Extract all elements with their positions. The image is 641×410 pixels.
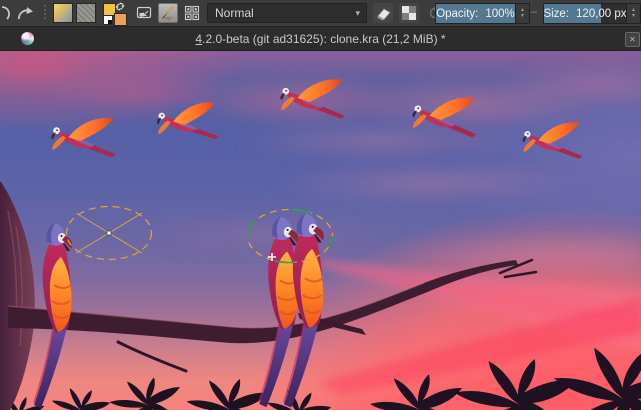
main-toolbar: Normal ▾ Opacity: 100% ▴ ▾ ‒ Size: 120,0… (0, 0, 641, 27)
preserve-alpha-button[interactable] (399, 3, 419, 23)
eraser-icon (377, 8, 391, 21)
opacity-spin-arrows[interactable]: ▴ ▾ (516, 3, 530, 24)
redo-icon (18, 7, 33, 20)
krita-window: Normal ▾ Opacity: 100% ▴ ▾ ‒ Size: 120,0… (0, 0, 641, 410)
painting-scene (0, 78, 641, 410)
eraser-mode-button[interactable] (373, 3, 393, 23)
foreground-background-colors[interactable] (102, 1, 127, 26)
toolbar-grip[interactable] (42, 5, 47, 21)
document-tab-bar: 4.2.0-beta (git ad31625): clone.kra (21,… (0, 27, 641, 51)
preset-grid-button[interactable] (182, 3, 202, 23)
size-spin-arrows[interactable]: ▴ ▾ (627, 3, 641, 24)
krita-logo-icon (21, 32, 34, 45)
grid-icon (184, 5, 200, 21)
spin-down-icon[interactable]: ▾ (632, 13, 635, 20)
chevron-down-icon: ▾ (355, 7, 360, 18)
swap-colors-icon[interactable] (115, 2, 125, 11)
alpha-checkerboard-icon (402, 6, 416, 20)
blending-mode-select[interactable]: Normal ▾ (207, 3, 367, 23)
toolbar-separator-dash: ‒ (530, 6, 537, 18)
clone-source-marker[interactable] (65, 205, 153, 261)
size-slider[interactable]: Size: 120,00 px (543, 3, 627, 24)
size-label: Size: (543, 7, 570, 20)
opacity-spinbox[interactable]: Opacity: 100% ▴ ▾ (435, 3, 530, 24)
spin-down-icon[interactable]: ▾ (521, 13, 524, 20)
opacity-slider[interactable]: Opacity: 100% (435, 3, 516, 24)
title-mnemonic: 4 (195, 31, 203, 46)
tree-trunk (0, 181, 35, 410)
size-text: Size: 120,00 px (544, 4, 626, 23)
edit-brush-settings-button[interactable] (134, 3, 154, 23)
flying-parrots (50, 78, 583, 164)
undo-button[interactable] (0, 3, 12, 23)
redo-button[interactable] (15, 3, 35, 23)
title-text: .2.0-beta (git ad31625): clone.kra (21,2… (202, 31, 446, 46)
brush-settings-icon (136, 6, 152, 19)
pattern-chooser-button[interactable] (76, 3, 96, 23)
brush-icon (162, 5, 175, 21)
document-title: 4.2.0-beta (git ad31625): clone.kra (21,… (0, 32, 641, 46)
close-document-button[interactable]: ✕ (625, 32, 640, 47)
size-spinbox[interactable]: Size: 120,00 px ▴ ▾ (543, 3, 641, 24)
brush-preset-button[interactable] (158, 3, 178, 23)
opacity-value: 100% (485, 7, 515, 20)
blending-mode-value: Normal (215, 6, 254, 20)
background-color-swatch[interactable] (114, 13, 127, 26)
gradient-chooser-button[interactable] (53, 3, 73, 23)
close-icon: ✕ (629, 34, 636, 44)
undo-icon (1, 6, 10, 20)
opacity-text: Opacity: 100% (436, 4, 515, 23)
size-value: 120,00 px (576, 7, 627, 20)
opacity-label: Opacity: (436, 7, 479, 20)
reset-colors-icon[interactable] (103, 15, 113, 25)
canvas[interactable] (0, 51, 641, 410)
